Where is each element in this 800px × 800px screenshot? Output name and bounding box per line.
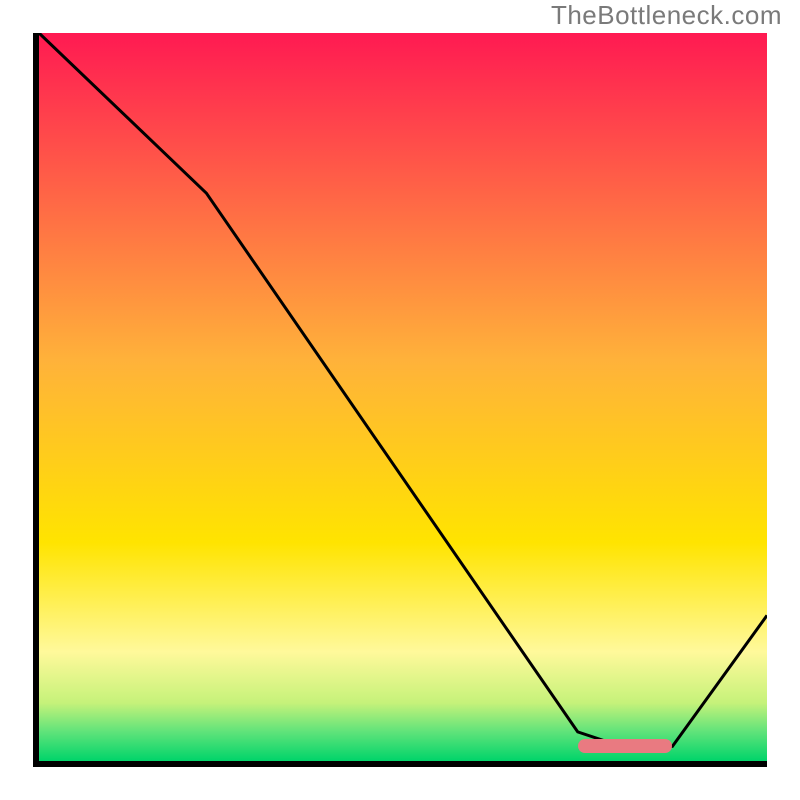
bottleneck-curve — [39, 33, 767, 761]
optimal-range-marker — [578, 739, 673, 753]
plot-area — [33, 33, 767, 767]
watermark-text: TheBottleneck.com — [551, 0, 782, 31]
chart-container: TheBottleneck.com — [0, 0, 800, 800]
